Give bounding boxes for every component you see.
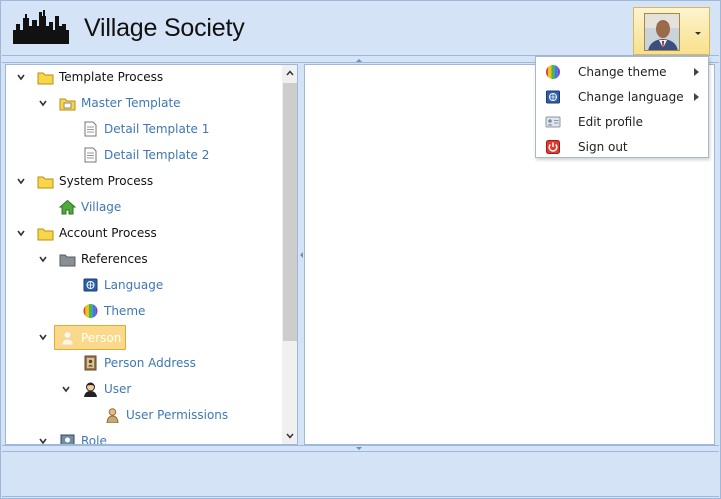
tree-node-label: User	[104, 382, 132, 396]
tree-expand-toggle[interactable]	[38, 98, 48, 108]
menu-item-label: Sign out	[578, 140, 628, 154]
tree-node-label: Village	[81, 200, 122, 214]
tree-node-person[interactable]: Person	[54, 325, 127, 350]
chevron-down-icon	[695, 32, 701, 35]
document-icon	[84, 121, 97, 137]
tree-expand-toggle[interactable]	[16, 176, 26, 186]
tree-node-label: Person Address	[104, 356, 196, 370]
tree-node-master-template[interactable]: Master Template	[59, 92, 181, 114]
person-icon	[60, 330, 75, 345]
tree-node-user-permissions[interactable]: User Permissions	[104, 404, 228, 426]
chevron-right-icon	[694, 93, 699, 101]
folder-icon	[37, 72, 54, 85]
tree-expand-toggle[interactable]	[16, 228, 26, 238]
app-frame: Village Society Template Process Master …	[0, 0, 721, 499]
home-icon	[59, 199, 76, 215]
menu-item-change-language[interactable]: Change language	[536, 85, 708, 110]
folder-icon	[37, 176, 54, 189]
navigation-tree-panel: Template Process Master Template Detail …	[5, 64, 298, 445]
tree-expand-toggle[interactable]	[16, 72, 26, 82]
tree-node-detail-template-1[interactable]: Detail Template 1	[82, 118, 209, 140]
chevron-down-icon	[286, 433, 294, 439]
tree-expand-toggle[interactable]	[38, 436, 48, 444]
tree-node-template-process[interactable]: Template Process	[37, 66, 163, 88]
tree-node-label: User Permissions	[126, 408, 229, 422]
theme-icon	[83, 304, 98, 318]
tree-node-system-process[interactable]: System Process	[37, 170, 153, 192]
menu-item-change-theme[interactable]: Change theme	[536, 60, 708, 85]
role-icon	[60, 434, 75, 444]
tree-node-detail-template-2[interactable]: Detail Template 2	[82, 144, 209, 166]
chevron-right-icon	[694, 68, 699, 76]
navigation-tree: Template Process Master Template Detail …	[6, 65, 282, 445]
chevron-up-icon	[286, 70, 294, 76]
menu-item-sign-out[interactable]: Sign out	[536, 135, 708, 160]
tree-node-label: Master Template	[81, 96, 181, 110]
gray-folder-icon	[59, 254, 76, 267]
bottom-splitter[interactable]	[2, 445, 719, 452]
scroll-up-button[interactable]	[282, 65, 297, 81]
folder-icon	[37, 228, 54, 241]
user-permission-icon	[106, 408, 119, 423]
tree-node-user[interactable]: User	[82, 378, 131, 400]
tree-vertical-scrollbar[interactable]	[282, 65, 297, 444]
tree-node-label: Theme	[104, 304, 146, 318]
template-folder-icon	[59, 98, 76, 111]
footer-panel	[2, 452, 719, 497]
tree-node-village[interactable]: Village	[59, 196, 121, 218]
tree-node-label: Language	[104, 278, 164, 292]
power-icon	[546, 140, 560, 154]
scroll-down-button[interactable]	[282, 428, 297, 444]
language-icon	[546, 90, 560, 104]
tree-node-label: References	[81, 252, 148, 266]
app-title: Village Society	[84, 14, 245, 42]
tree-node-label: Detail Template 1	[104, 122, 210, 136]
theme-icon	[546, 65, 560, 79]
collapse-left-icon	[300, 252, 303, 258]
tree-node-label: Template Process	[59, 70, 164, 84]
city-skyline-logo-icon	[13, 10, 69, 44]
tree-expand-toggle[interactable]	[38, 332, 48, 342]
menu-item-label: Change language	[578, 90, 684, 104]
tree-node-theme[interactable]: Theme	[82, 300, 145, 322]
tree-node-language[interactable]: Language	[82, 274, 163, 296]
language-icon	[83, 278, 98, 292]
tree-node-role[interactable]: Role	[59, 430, 107, 445]
collapse-down-icon	[356, 447, 362, 450]
menu-item-label: Change theme	[578, 65, 667, 79]
tree-node-references[interactable]: References	[59, 248, 148, 270]
tree-node-label: Person	[81, 330, 122, 345]
tree-node-label: System Process	[59, 174, 154, 188]
avatar	[644, 13, 680, 51]
address-book-icon	[84, 355, 97, 371]
tree-node-account-process[interactable]: Account Process	[37, 222, 157, 244]
menu-item-label: Edit profile	[578, 115, 643, 129]
menu-item-edit-profile[interactable]: Edit profile	[536, 110, 708, 135]
user-menu-button[interactable]	[633, 7, 710, 55]
edit-profile-icon	[545, 116, 561, 128]
document-icon	[84, 147, 97, 163]
user-dropdown-menu: Change theme Change language Edit profil…	[535, 56, 709, 158]
collapse-up-icon	[356, 59, 362, 62]
header: Village Society	[2, 2, 719, 56]
tree-expand-toggle[interactable]	[61, 384, 71, 394]
user-icon	[84, 382, 97, 397]
tree-node-label: Role	[81, 434, 107, 445]
tree-node-label: Account Process	[59, 226, 157, 240]
scrollbar-thumb[interactable]	[283, 83, 297, 341]
tree-expand-toggle[interactable]	[38, 254, 48, 264]
tree-node-person-address[interactable]: Person Address	[82, 352, 196, 374]
tree-node-label: Detail Template 2	[104, 148, 210, 162]
